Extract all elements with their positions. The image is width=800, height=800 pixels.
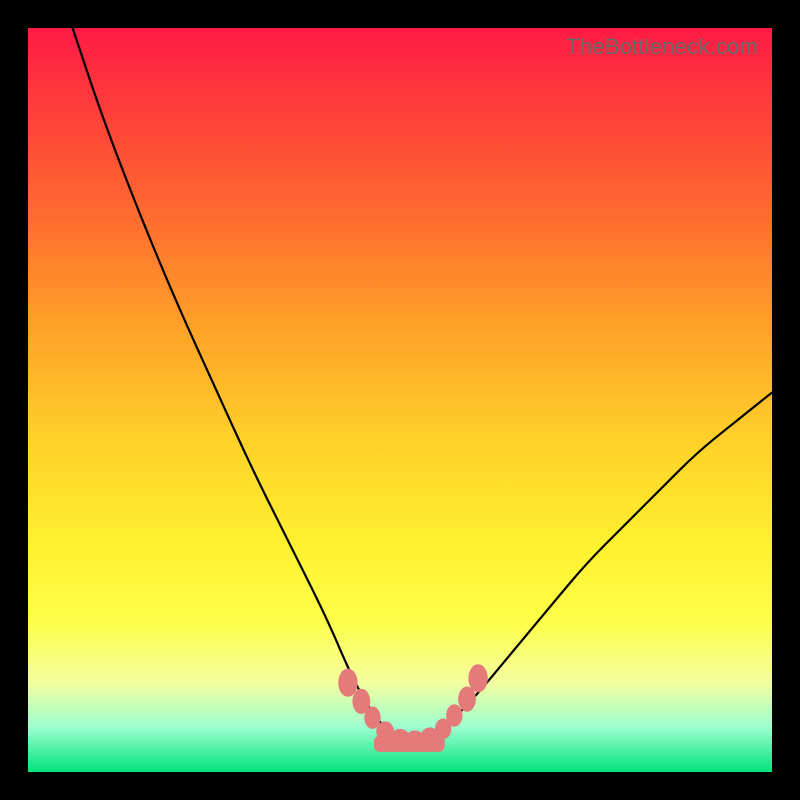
curve-marker bbox=[468, 664, 487, 692]
curve-marker bbox=[446, 704, 462, 726]
bottleneck-curve-line bbox=[73, 28, 772, 742]
watermark-text: TheBottleneck.com bbox=[566, 34, 758, 60]
curve-marker bbox=[338, 669, 357, 697]
chart-plot-area: TheBottleneck.com bbox=[28, 28, 772, 772]
bottleneck-chart bbox=[28, 28, 772, 772]
curve-floor-bar bbox=[374, 736, 445, 752]
